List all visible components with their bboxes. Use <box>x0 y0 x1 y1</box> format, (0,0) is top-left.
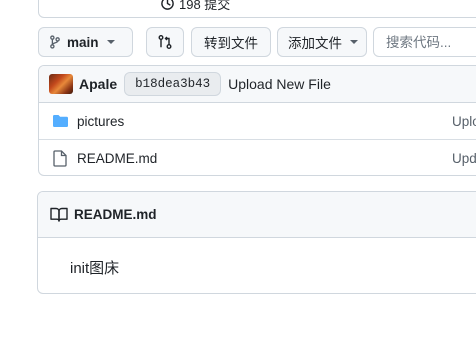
avatar[interactable] <box>49 74 73 94</box>
go-to-file-button[interactable]: 转到文件 <box>191 27 271 57</box>
commit-author[interactable]: Apale <box>79 76 117 92</box>
commit-sha-badge[interactable]: b18dea3b43 <box>124 72 222 96</box>
table-row[interactable]: README.md Upd <box>39 140 476 175</box>
history-icon <box>161 0 174 10</box>
commit-count-link[interactable]: 198 提交 <box>160 0 230 13</box>
file-icon <box>51 149 69 167</box>
add-file-button[interactable]: 添加文件 <box>277 27 367 57</box>
file-list: Apale b18dea3b43 Upload New File picture… <box>38 65 476 176</box>
commit-history-bar <box>38 0 476 18</box>
branch-name: main <box>67 34 99 50</box>
table-row[interactable]: pictures Uplo <box>39 103 476 140</box>
commit-message[interactable]: Upload New File <box>228 76 331 92</box>
add-file-label: 添加文件 <box>288 36 342 51</box>
commit-count-label: 198 提交 <box>179 0 231 12</box>
branch-select-button[interactable]: main <box>38 27 133 57</box>
compare-button[interactable] <box>146 27 184 57</box>
go-to-file-label: 转到文件 <box>204 36 258 51</box>
file-last-commit[interactable]: Uplo <box>452 114 476 129</box>
branch-icon <box>50 35 60 49</box>
folder-icon <box>51 113 69 129</box>
book-icon <box>50 207 68 222</box>
readme-title[interactable]: README.md <box>74 207 157 222</box>
latest-commit-row: Apale b18dea3b43 Upload New File <box>39 66 476 103</box>
file-last-commit[interactable]: Upd <box>452 151 476 166</box>
readme-panel: README.md init图床 <box>37 191 476 294</box>
readme-header: README.md <box>38 192 476 238</box>
file-name[interactable]: pictures <box>77 114 124 129</box>
git-compare-icon <box>158 35 172 49</box>
search-code-input[interactable] <box>373 27 476 57</box>
file-name[interactable]: README.md <box>77 151 157 166</box>
chevron-down-icon <box>106 40 115 44</box>
chevron-down-icon <box>350 40 358 44</box>
readme-content: init图床 <box>70 260 120 277</box>
